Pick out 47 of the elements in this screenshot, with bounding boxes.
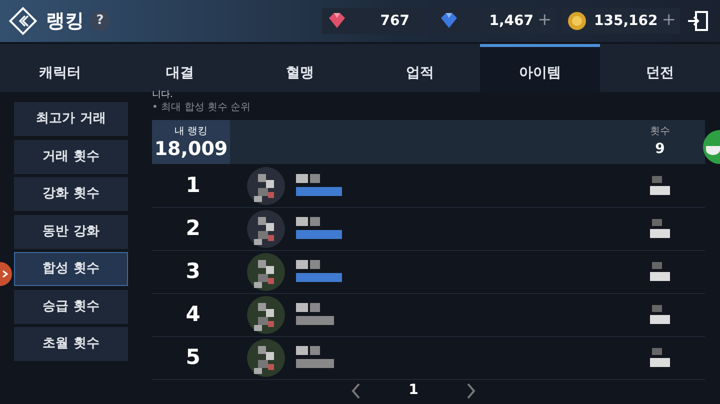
- previous-icon[interactable]: [350, 382, 361, 398]
- blurred-name: [296, 260, 342, 284]
- sidebar-item[interactable]: 강화 횟수: [14, 177, 128, 211]
- my-rank-value: 18,009: [154, 139, 228, 160]
- bowl-button-icon[interactable]: [700, 130, 720, 164]
- currency-amount: 1,467: [488, 12, 534, 30]
- page-number: 1: [408, 381, 418, 400]
- blurred-score: [648, 174, 672, 198]
- blurred-name: [296, 217, 342, 241]
- sidebar-item[interactable]: 최고가 거래: [14, 102, 128, 136]
- notice-text: 니다.: [152, 90, 174, 100]
- blurred-score: [648, 346, 672, 370]
- blurred-name: [296, 303, 334, 327]
- tab[interactable]: 던전: [600, 44, 720, 92]
- tab[interactable]: 아이템: [480, 44, 600, 92]
- add-button[interactable]: +: [662, 8, 676, 34]
- sidebar-item[interactable]: 동반 강화: [14, 214, 128, 248]
- currency-amount: 135,162: [592, 12, 658, 30]
- back-icon[interactable]: [8, 6, 38, 36]
- hint-text: • 최대 합성 횟수 순위: [152, 101, 252, 115]
- blurred-name: [296, 174, 342, 198]
- blurred-score: [648, 260, 672, 284]
- page-title: 랭킹: [46, 8, 84, 34]
- my-rank-label: 내 랭킹: [174, 125, 208, 140]
- tab[interactable]: 캐릭터: [0, 44, 120, 92]
- sidebar-item[interactable]: 초월 횟수: [14, 327, 128, 361]
- help-button[interactable]: ?: [90, 11, 110, 31]
- blurred-name: [296, 346, 334, 370]
- count-label: 횟수: [650, 125, 670, 139]
- side-handle-icon[interactable]: [0, 262, 14, 286]
- rank-number: 3: [184, 258, 202, 286]
- sidebar-item[interactable]: 승급 횟수: [14, 290, 128, 324]
- add-button[interactable]: +: [538, 8, 552, 34]
- rank-number: 2: [184, 215, 202, 242]
- rank-number: 5: [184, 344, 202, 372]
- rank-number: 1: [184, 172, 202, 200]
- sidebar-item[interactable]: 합성 횟수: [14, 252, 128, 286]
- tab[interactable]: 업적: [360, 44, 480, 92]
- coin-icon: [566, 10, 588, 32]
- blurred-score: [648, 303, 672, 327]
- tab[interactable]: 혈맹: [240, 44, 360, 92]
- sidebar-item[interactable]: 거래 횟수: [14, 140, 128, 174]
- blurred-score: [648, 217, 672, 241]
- count-value: 9: [655, 140, 665, 159]
- next-icon[interactable]: [466, 382, 476, 398]
- currency-amount: 767: [379, 12, 410, 30]
- rank-number: 4: [184, 301, 202, 328]
